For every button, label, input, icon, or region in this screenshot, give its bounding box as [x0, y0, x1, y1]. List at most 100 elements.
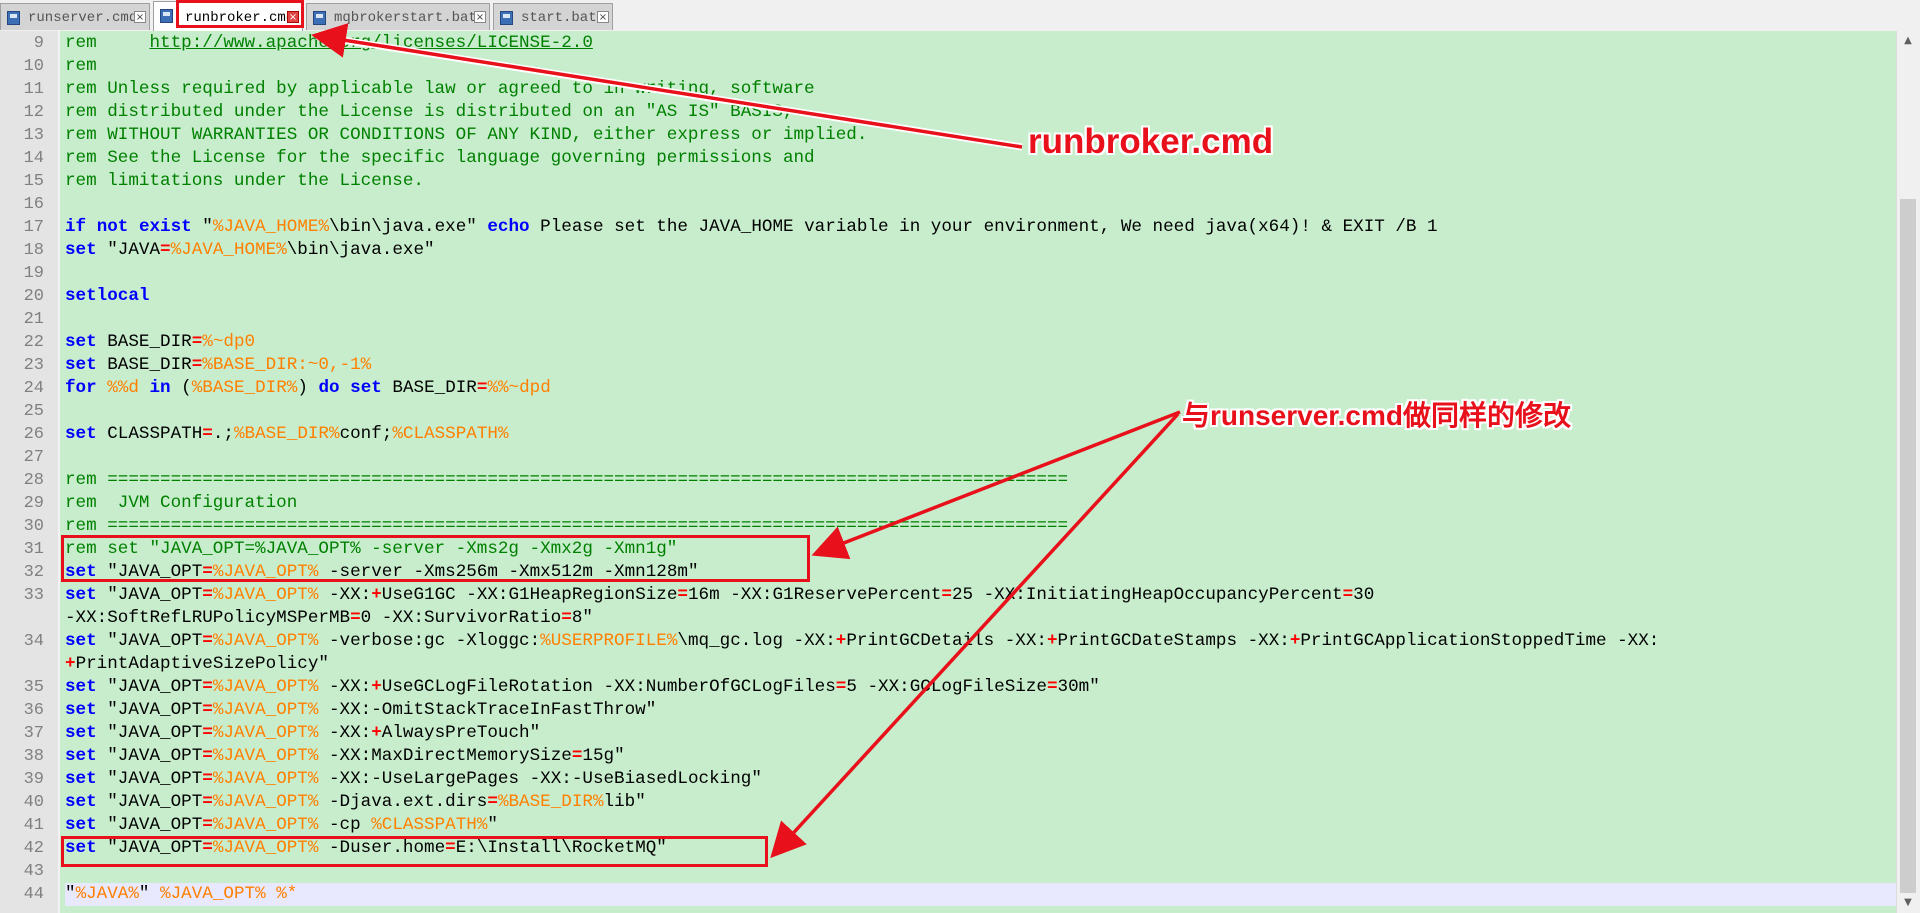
code-line: setlocal — [65, 285, 149, 308]
line-number: 32 — [23, 563, 44, 582]
code-token: not — [96, 217, 129, 237]
code-token: = — [476, 378, 488, 398]
code-token: %JAVA_OPT% — [212, 585, 319, 605]
code-token: PrintGCDetails -XX: — [846, 631, 1047, 651]
line-number: 15 — [23, 172, 44, 191]
code-token: set — [65, 746, 97, 766]
tab-label: mqbrokerstart.bat — [334, 10, 477, 26]
line-number: 10 — [23, 57, 44, 76]
code-line: for %%d in (%BASE_DIR%) do set BASE_DIR=… — [65, 377, 551, 400]
tab-mqbrokerstart[interactable]: mqbrokerstart.bat × — [306, 3, 490, 30]
line-number: 22 — [23, 333, 44, 352]
vertical-scrollbar[interactable]: ▲ ▼ — [1896, 31, 1920, 913]
code-token: %BASE_DIR% — [233, 424, 340, 444]
code-token: 25 -XX:InitiatingHeapOccupancyPercent — [951, 585, 1343, 605]
code-token: "JAVA_OPT — [96, 723, 203, 743]
code-token: = — [1342, 585, 1354, 605]
line-number: 25 — [23, 402, 44, 421]
code-token: rem — [65, 33, 150, 53]
code-token: = — [571, 746, 583, 766]
code-line: +PrintAdaptiveSizePolicy" — [65, 653, 329, 676]
code-token: "JAVA_OPT — [96, 700, 203, 720]
code-token: rem WITHOUT WARRANTIES OR CONDITIONS OF … — [65, 125, 868, 145]
code-token: -XX: — [318, 677, 372, 697]
scroll-thumb[interactable] — [1900, 199, 1916, 893]
code-token: PrintGCDateStamps -XX: — [1057, 631, 1290, 651]
code-token: conf; — [339, 424, 393, 444]
code-token: -XX:-OmitStackTraceInFastThrow" — [318, 700, 657, 720]
code-token: "JAVA — [96, 240, 161, 260]
code-token: ) — [297, 378, 319, 398]
line-number-gutter: 9 10 11 12 13 14 15 16 17 18 19 20 21 22 23 24 25 26 27 28 2… — [0, 31, 60, 913]
code-token: 5 -XX:GCLogFileSize — [846, 677, 1047, 697]
code-token: = — [202, 769, 213, 789]
code-line: set "JAVA_OPT=%JAVA_OPT% -Djava.ext.dirs… — [65, 791, 646, 814]
code-token: rem Unless required by applicable law or… — [65, 79, 815, 99]
code-token: + — [371, 585, 382, 605]
code-token: = — [835, 677, 847, 697]
close-icon[interactable]: × — [134, 11, 146, 23]
code-token: = — [561, 608, 572, 628]
close-icon[interactable]: × — [474, 11, 486, 23]
code-editor[interactable]: 9 10 11 12 13 14 15 16 17 18 19 20 21 22 23 24 25 26 27 28 2… — [0, 31, 1920, 913]
line-number: 29 — [23, 494, 44, 513]
code-token: set — [65, 585, 97, 605]
code-token: = — [202, 792, 213, 812]
code-token: %BASE_DIR% — [497, 792, 604, 812]
tab-runserver[interactable]: runserver.cmd × — [0, 3, 150, 30]
code-line: set "JAVA_OPT=%JAVA_OPT% -XX:+UseGCLogFi… — [65, 676, 1100, 699]
line-number: 31 — [23, 540, 44, 559]
code-token: 30m" — [1057, 677, 1100, 697]
code-line: "%JAVA%" %JAVA_OPT% %* — [65, 883, 297, 906]
code-token: set — [65, 631, 97, 651]
code-token: "JAVA_OPT — [96, 769, 203, 789]
tab-start[interactable]: start.bat × — [493, 3, 613, 30]
code-token: PrintAdaptiveSizePolicy" — [75, 654, 329, 674]
line-number: 33 — [23, 586, 44, 605]
code-line: set "JAVA_OPT=%JAVA_OPT% -verbose:gc -Xl… — [65, 630, 1659, 653]
code-line: if not exist "%JAVA_HOME%\bin\java.exe" … — [65, 216, 1438, 239]
jvm-options-highlight-box — [61, 535, 810, 582]
code-token: do — [318, 378, 340, 398]
code-line: set "JAVA_OPT=%JAVA_OPT% -XX:+UseG1GC -X… — [65, 584, 1374, 607]
code-token: = — [202, 746, 213, 766]
code-token: = — [202, 700, 213, 720]
scroll-up-icon[interactable]: ▲ — [1897, 31, 1919, 51]
code-token: = — [487, 792, 498, 812]
close-icon[interactable]: × — [597, 11, 609, 23]
code-token: + — [1046, 631, 1058, 651]
code-token: %CLASSPATH% — [371, 815, 488, 835]
code-token: 30 — [1353, 585, 1375, 605]
tab-label: start.bat — [521, 10, 597, 26]
code-token: "JAVA_OPT — [96, 815, 203, 835]
code-token: -XX:SoftRefLRUPolicyMSPerMB — [65, 608, 351, 628]
code-token: %JAVA_OPT% — [160, 884, 266, 904]
tab-label: runserver.cmd — [28, 10, 138, 26]
line-number: 13 — [23, 126, 44, 145]
code-token: 16m -XX:G1ReservePercent — [687, 585, 942, 605]
code-token: -XX: — [318, 723, 372, 743]
code-line: set "JAVA_OPT=%JAVA_OPT% -XX:+AlwaysPreT… — [65, 722, 540, 745]
code-token: set — [65, 332, 97, 352]
code-token: rem ====================================… — [65, 516, 1069, 536]
code-line: rem Unless required by applicable law or… — [65, 78, 815, 101]
code-token: rem See the License for the specific lan… — [65, 148, 815, 168]
code-token: \mq_gc.log -XX: — [677, 631, 836, 651]
code-token: BASE_DIR — [96, 332, 192, 352]
code-token: = — [202, 631, 213, 651]
code-line: set "JAVA_OPT=%JAVA_OPT% -XX:-OmitStackT… — [65, 699, 656, 722]
code-token: PrintGCApplicationStoppedTime -XX: — [1300, 631, 1660, 651]
code-area[interactable]: rem http://www.apache.org/licenses/LICEN… — [65, 31, 1897, 913]
line-number: 17 — [23, 218, 44, 237]
line-number: 35 — [23, 678, 44, 697]
code-token: exist — [138, 217, 192, 237]
code-token: rem limitations under the License. — [65, 171, 424, 191]
scroll-down-icon[interactable]: ▼ — [1897, 893, 1919, 913]
line-number: 39 — [23, 770, 44, 789]
code-token: = — [202, 723, 213, 743]
code-token: + — [371, 677, 382, 697]
